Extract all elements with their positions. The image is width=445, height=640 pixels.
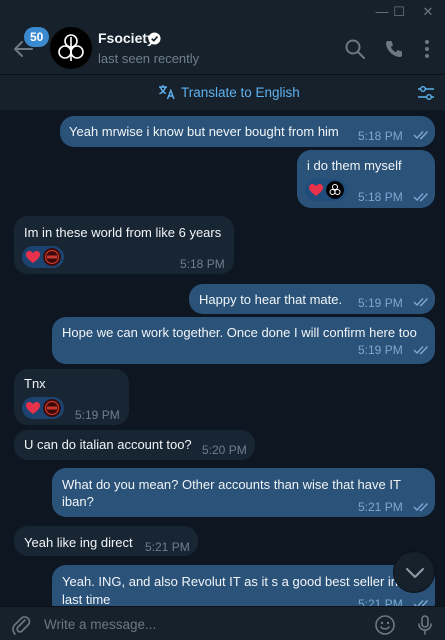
message-time: 5:19 PM (358, 296, 403, 310)
reactor-avatar (43, 248, 61, 266)
maximize-button[interactable]: ☐ (384, 2, 414, 22)
message-time: 5:19 PM (358, 343, 403, 357)
translate-bar: Translate to English (0, 74, 445, 110)
message-text: Im in these world from like 6 years (24, 225, 222, 240)
message-time: 5:18 PM (358, 129, 403, 143)
message-incoming[interactable]: Tnx 5:19 PM (14, 369, 129, 425)
message-incoming[interactable]: Yeah like ing direct 5:21 PM (14, 526, 198, 556)
message-text: Yeah mrwise i know but never bought from… (69, 124, 339, 139)
heart-reaction-icon (26, 251, 40, 263)
read-receipt-icon (413, 298, 429, 307)
attach-icon[interactable] (10, 614, 32, 636)
read-receipt-icon (413, 193, 429, 202)
reactor-avatar (43, 399, 61, 417)
read-receipt-icon (413, 346, 429, 355)
message-text: U can do italian account too? (24, 437, 192, 452)
message-time: 5:21 PM (358, 597, 403, 606)
translate-label: Translate to English (181, 84, 300, 100)
heart-reaction-icon (26, 402, 40, 414)
message-time: 5:19 PM (75, 408, 120, 422)
emoji-icon[interactable] (374, 614, 396, 636)
message-text: Yeah. ING, and also Revolut IT as it s a… (62, 574, 413, 589)
more-options-icon[interactable] (416, 38, 438, 60)
message-time: 5:18 PM (180, 257, 225, 271)
chat-avatar[interactable] (50, 27, 92, 69)
read-receipt-icon (413, 600, 429, 606)
message-outgoing[interactable]: Happy to hear that mate. 5:19 PM (189, 284, 435, 314)
call-icon[interactable] (383, 38, 405, 60)
message-text: Tnx (24, 376, 46, 391)
message-list[interactable]: Yeah mrwise i know but never bought from… (0, 110, 445, 606)
message-time: 5:21 PM (145, 540, 190, 554)
message-time: 5:21 PM (358, 500, 403, 514)
translate-icon (159, 85, 175, 100)
heart-reaction-icon (309, 184, 323, 196)
search-icon[interactable] (344, 38, 366, 60)
message-reactions[interactable] (22, 246, 64, 268)
window-titlebar: — ☐ ✕ (0, 0, 445, 24)
scroll-to-bottom-button[interactable] (393, 551, 435, 593)
read-receipt-icon (413, 131, 429, 140)
unread-count-badge: 50 (24, 27, 50, 47)
message-outgoing[interactable]: Yeah. ING, and also Revolut IT as it s a… (52, 565, 435, 606)
reactor-avatar (326, 181, 344, 199)
message-reactions[interactable] (22, 397, 64, 419)
message-time: 5:20 PM (202, 443, 247, 457)
read-receipt-icon (413, 503, 429, 512)
last-seen-status: last seen recently (98, 51, 200, 66)
message-text: iban? (62, 494, 94, 509)
message-composer (0, 606, 445, 640)
message-outgoing[interactable]: Yeah mrwise i know but never bought from… (60, 116, 435, 147)
message-text: Yeah like ing direct (24, 535, 133, 550)
message-time: 5:18 PM (358, 190, 403, 204)
message-text: last time (62, 592, 111, 606)
chat-title[interactable]: Fsociety (98, 30, 155, 46)
message-outgoing[interactable]: Hope we can work together. Once done I w… (52, 317, 435, 364)
message-reactions[interactable] (305, 179, 347, 201)
close-button[interactable]: ✕ (413, 2, 443, 22)
message-text: Hope we can work together. Once done I w… (62, 325, 417, 340)
chevron-down-icon (406, 568, 424, 578)
message-text: Happy to hear that mate. (199, 292, 343, 307)
translate-button[interactable]: Translate to English (158, 84, 300, 100)
verified-badge-icon (148, 32, 161, 45)
message-outgoing[interactable]: What do you mean? Other accounts than wi… (52, 468, 435, 517)
message-incoming[interactable]: Im in these world from like 6 years 5:18… (14, 216, 234, 274)
message-input[interactable] (44, 614, 344, 634)
translate-settings-icon[interactable] (417, 84, 435, 102)
chat-header: 50 Fsociety last seen recently (0, 24, 445, 74)
message-text: What do you mean? Other accounts than wi… (62, 477, 401, 492)
message-outgoing[interactable]: i do them myself 5:18 PM (297, 150, 435, 208)
message-text: i do them myself (307, 158, 402, 173)
microphone-icon[interactable] (414, 614, 436, 636)
message-incoming[interactable]: U can do italian account too? 5:20 PM (14, 430, 255, 460)
